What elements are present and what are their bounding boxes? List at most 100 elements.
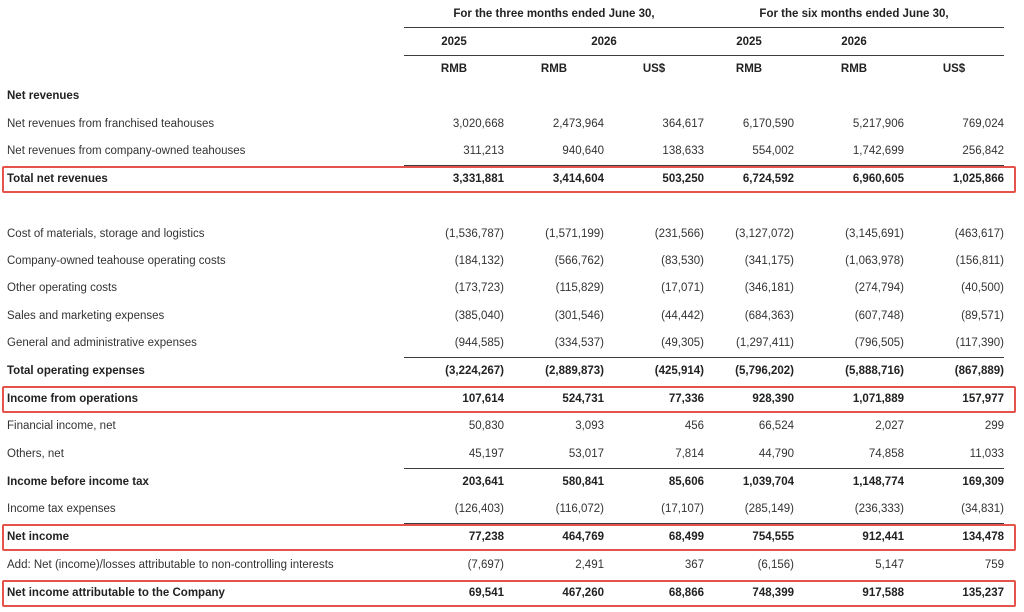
row-label: Company-owned teahouse operating costs [7,255,226,267]
subtotal-rule [404,523,504,524]
subtotal-rule [604,165,704,166]
row-value: 1,039,704 [742,476,794,488]
row-value: 45,197 [468,448,504,460]
row-value: (3,127,072) [735,228,794,240]
row-value: (173,723) [454,282,504,294]
row-label: Total operating expenses [7,365,145,377]
subtotal-rule [404,468,504,469]
row-value: 107,614 [462,393,504,405]
row-value: 11,033 [969,448,1004,460]
row-value: (301,546) [554,310,604,322]
row-label: General and administrative expenses [7,337,197,349]
row-value: (2,889,873) [545,365,604,377]
row-value: 2,027 [875,420,904,432]
subtotal-rule [404,165,504,166]
row-value: (116,072) [555,503,604,515]
row-value: (40,500) [961,282,1004,294]
row-value: (1,063,978) [845,255,904,267]
row-label: Net income [7,531,69,543]
row-value: 169,309 [962,476,1004,488]
currency-header: RMB [540,63,568,75]
row-value: (89,571) [961,310,1004,322]
row-value: 68,499 [668,531,704,543]
row-label: Add: Net (income)/losses attributable to… [7,559,334,571]
currency-header: US$ [642,63,666,75]
row-value: (83,530) [661,255,704,267]
row-label: Income tax expenses [7,503,116,515]
row-value: 77,336 [668,393,704,405]
row-value: 917,588 [862,587,904,599]
row-value: (115,829) [555,282,604,294]
row-value: (1,297,411) [736,337,794,349]
row-value: (5,888,716) [845,365,904,377]
currency-header: RMB [840,63,868,75]
row-value: 554,002 [752,145,794,157]
currency-header: RMB [735,63,763,75]
row-value: 138,633 [662,145,704,157]
row-value: 5,147 [875,559,904,571]
row-value: (49,305) [661,337,704,349]
income-statement-table: For the three months ended June 30, For t… [0,0,1024,612]
row-label: Other operating costs [7,282,117,294]
row-value: 157,977 [962,393,1004,405]
row-value: 456 [684,420,704,432]
subtotal-rule [604,523,704,524]
row-value: 50,830 [468,420,504,432]
year-header: 2025 [736,36,762,48]
subtotal-rule [804,165,904,166]
row-value: (117,390) [955,337,1004,349]
subtotal-rule [704,165,804,166]
row-value: 580,841 [562,476,604,488]
row-value: 3,331,881 [452,173,504,185]
row-value: 912,441 [862,531,904,543]
row-value: 5,217,906 [852,118,904,130]
year-underline [404,55,1004,56]
year-header: 2026 [841,36,867,48]
year-header: 2025 [441,36,467,48]
row-value: 754,555 [752,531,794,543]
row-value: (274,794) [854,282,904,294]
row-value: 134,478 [962,531,1004,543]
subtotal-rule [904,523,1004,524]
row-value: (944,585) [454,337,504,349]
row-value: (156,811) [955,255,1004,267]
row-value: (5,796,202) [735,365,794,377]
row-value: 85,606 [668,476,704,488]
row-value: 44,790 [758,448,794,460]
row-value: (796,505) [854,337,904,349]
row-value: 74,858 [868,448,904,460]
section-heading: Net revenues [7,90,80,102]
subtotal-rule [804,357,904,358]
row-label: Financial income, net [7,420,116,432]
row-value: 2,491 [575,559,604,571]
subtotal-rule [504,165,604,166]
row-value: (17,107) [661,503,704,515]
row-value: 769,024 [962,118,1004,130]
row-value: (607,748) [854,310,904,322]
row-value: 68,866 [668,587,704,599]
row-label: Others, net [7,448,64,460]
row-label: Income from operations [7,393,138,405]
subtotal-rule [904,357,1004,358]
row-value: (385,040) [454,310,504,322]
row-value: 69,541 [468,587,504,599]
row-value: (867,889) [954,365,1004,377]
row-value: 53,017 [568,448,604,460]
subtotal-rule [604,468,704,469]
subtotal-rule [404,357,504,358]
row-value: 3,093 [575,420,604,432]
row-value: 3,020,668 [452,118,504,130]
row-label: Net income attributable to the Company [7,587,225,599]
row-value: 3,414,604 [552,173,604,185]
row-value: 503,250 [662,173,704,185]
subtotal-rule [504,523,604,524]
row-value: 464,769 [562,531,604,543]
row-value: (684,363) [744,310,794,322]
period-header-3m: For the three months ended June 30, [453,8,655,20]
row-value: (566,762) [554,255,604,267]
row-label: Net revenues from company-owned teahouse… [7,145,246,157]
subtotal-rule [904,165,1004,166]
row-value: (463,617) [954,228,1004,240]
row-value: 367 [684,559,704,571]
row-value: (1,536,787) [445,228,504,240]
